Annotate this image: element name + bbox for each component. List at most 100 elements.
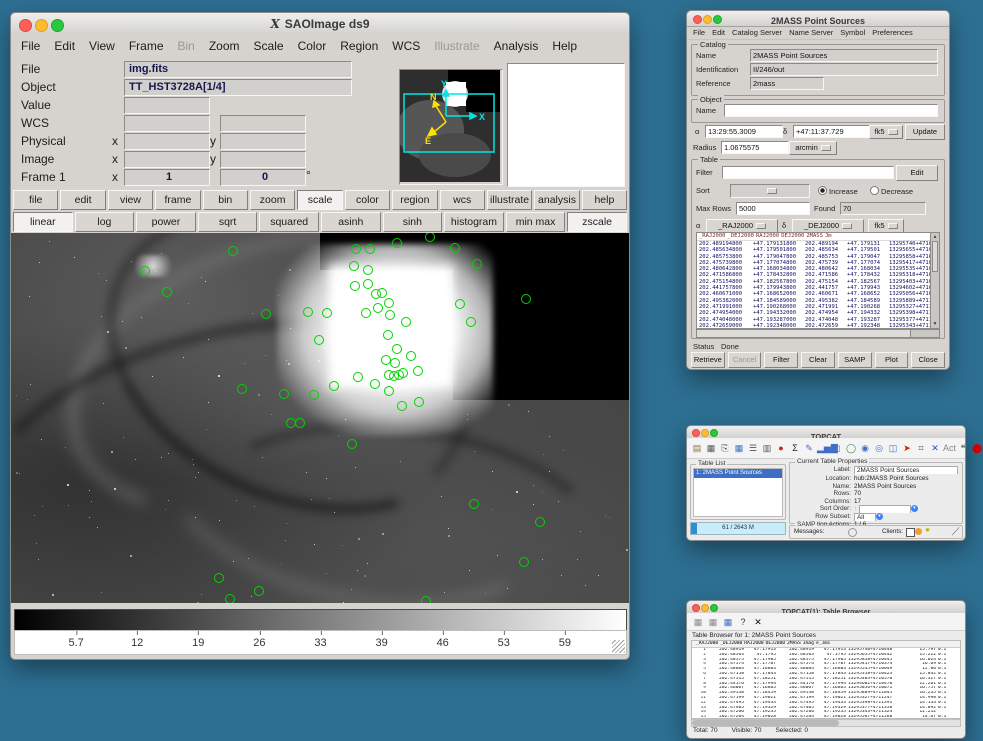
toolbar-button[interactable]: scale <box>297 190 342 210</box>
source-marker[interactable] <box>350 281 360 291</box>
filter-field[interactable] <box>722 166 894 179</box>
source-marker[interactable] <box>384 298 394 308</box>
row-subset-input[interactable]: All <box>854 513 876 521</box>
plane-plot-icon[interactable]: ◻ <box>831 441 843 455</box>
catalog-titlebar[interactable]: 2MASS Point Sources <box>687 11 949 27</box>
toolbar-button[interactable]: color <box>345 190 390 210</box>
horizontal-scrollbar[interactable] <box>696 329 940 338</box>
source-marker[interactable] <box>261 309 271 319</box>
zoom-button[interactable] <box>710 429 718 437</box>
reference-field[interactable]: 2mass <box>750 77 824 90</box>
scale-button[interactable]: linear <box>13 212 73 232</box>
sort-increase-radio[interactable]: Increase <box>818 186 858 196</box>
table-list-item[interactable]: 1: 2MASS Point Sources <box>694 469 782 478</box>
object-name-field[interactable] <box>724 104 938 117</box>
sort-direction-icon[interactable]: ↑ <box>854 505 857 512</box>
identification-field[interactable]: II/246/out <box>750 63 938 76</box>
scale-button[interactable]: histogram <box>444 212 504 232</box>
source-marker[interactable] <box>535 517 545 527</box>
action-button[interactable]: Plot <box>875 352 909 368</box>
toolbar-button[interactable]: file <box>13 190 58 210</box>
action-button[interactable]: SAMP <box>838 352 872 368</box>
column-set-icon[interactable]: ▦ <box>692 615 704 629</box>
sphere-plot-icon[interactable]: ◎ <box>873 441 885 455</box>
row-subset-combo-icon[interactable]: ▾ <box>876 513 883 520</box>
minimize-button[interactable] <box>701 429 709 437</box>
row-set-icon[interactable]: ▦ <box>707 615 719 629</box>
toolbar-button[interactable]: illustrate <box>487 190 532 210</box>
sort-decrease-radio[interactable]: Decrease <box>870 186 913 196</box>
menu-item[interactable]: Catalog Server <box>732 28 782 37</box>
source-marker[interactable] <box>329 381 339 391</box>
browser-table[interactable]: _RAJ2000_DEJ2000RAJ2000DEJ20002MASSJmage… <box>691 640 961 719</box>
toolbar-button[interactable]: help <box>582 190 627 210</box>
source-marker[interactable] <box>303 307 313 317</box>
table-list[interactable]: 1: 2MASS Point Sources <box>693 468 783 517</box>
action-button[interactable]: Retrieve <box>691 352 725 368</box>
close-icon[interactable]: ✕ <box>752 615 764 629</box>
cube-plot-icon[interactable]: ◉ <box>859 441 871 455</box>
action-button[interactable]: Clear <box>801 352 835 368</box>
source-marker[interactable] <box>385 310 395 320</box>
source-marker[interactable] <box>398 368 408 378</box>
source-marker[interactable] <box>347 439 357 449</box>
scale-button[interactable]: sqrt <box>198 212 258 232</box>
source-marker[interactable] <box>363 265 373 275</box>
sort-menubutton[interactable] <box>730 184 810 198</box>
menu-item[interactable]: Edit <box>712 28 725 37</box>
scale-button[interactable]: min max <box>506 212 566 232</box>
minimize-button[interactable] <box>703 15 712 24</box>
toolbar-button[interactable]: analysis <box>534 190 579 210</box>
close-button[interactable] <box>693 15 702 24</box>
radius-unit-menubutton[interactable]: arcmin <box>789 141 837 155</box>
match-icon[interactable]: ⌗ <box>915 441 927 455</box>
source-marker[interactable] <box>450 243 460 253</box>
source-marker[interactable] <box>392 344 402 354</box>
toolbar-button[interactable]: bin <box>203 190 248 210</box>
activation-icon[interactable]: ➤ <box>901 441 913 455</box>
colorbar[interactable] <box>14 609 627 631</box>
toolbar-button[interactable]: region <box>392 190 437 210</box>
menu-item[interactable]: File <box>21 39 40 53</box>
main-image[interactable] <box>11 233 629 603</box>
edit-button[interactable]: Edit <box>896 165 938 181</box>
parameters-icon[interactable]: ☰ <box>747 441 759 455</box>
menu-item[interactable]: Name Server <box>789 28 833 37</box>
toolbar-button[interactable]: frame <box>155 190 200 210</box>
broom-icon[interactable]: ╱ <box>952 526 960 539</box>
label-input[interactable]: 2MASS Point Sources <box>854 466 958 474</box>
broadcast-icon[interactable]: ⬤ <box>971 441 983 455</box>
radius-field[interactable]: 1.0675575 <box>721 141 789 154</box>
source-marker[interactable] <box>353 372 363 382</box>
menu-item[interactable]: Analysis <box>494 39 539 53</box>
action-button[interactable]: Cancel <box>728 352 762 368</box>
minimize-button[interactable] <box>35 19 48 32</box>
source-marker[interactable] <box>322 308 332 318</box>
source-marker[interactable] <box>309 390 319 400</box>
source-marker[interactable] <box>162 287 172 297</box>
menu-item[interactable]: File <box>693 28 705 37</box>
delta-column-menubutton[interactable]: _DEJ2000 <box>792 219 864 233</box>
source-marker[interactable] <box>225 594 235 603</box>
source-marker[interactable] <box>373 303 383 313</box>
menu-item[interactable]: Region <box>340 39 378 53</box>
source-marker[interactable] <box>279 389 289 399</box>
source-marker[interactable] <box>383 330 393 340</box>
source-marker[interactable] <box>254 586 264 596</box>
toolbar-button[interactable]: view <box>108 190 153 210</box>
source-marker[interactable] <box>349 261 359 271</box>
column-info-icon[interactable]: ▥ <box>761 441 773 455</box>
source-marker[interactable] <box>314 335 324 345</box>
toolbar-button[interactable]: zoom <box>250 190 295 210</box>
source-marker[interactable] <box>361 308 371 318</box>
alpha-field[interactable]: 13:29:55.3009 <box>705 125 783 138</box>
sky-plot-icon[interactable]: ◯ <box>845 441 857 455</box>
source-marker[interactable] <box>519 557 529 567</box>
help-icon[interactable]: ❝ <box>957 441 969 455</box>
table-data-icon[interactable]: ▦ <box>733 441 745 455</box>
scale-button[interactable]: sinh <box>383 212 443 232</box>
zoom-button[interactable] <box>713 15 722 24</box>
horizontal-scrollbar[interactable] <box>691 719 961 727</box>
subsets-icon[interactable]: ● <box>775 441 787 455</box>
time-plot-icon[interactable]: ◫ <box>887 441 899 455</box>
